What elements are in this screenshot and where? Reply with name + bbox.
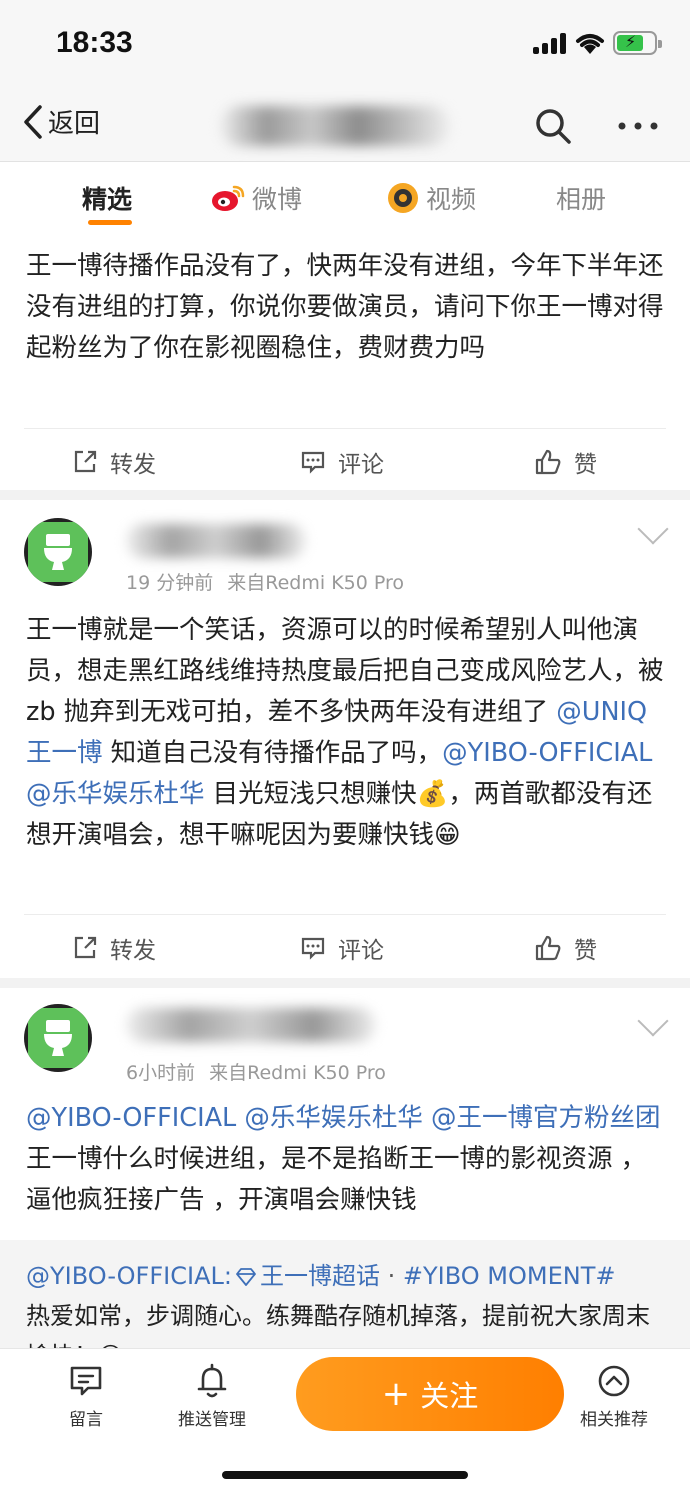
video-logo-icon: [388, 183, 418, 213]
toilet-icon: [44, 534, 72, 570]
related-recommend-button[interactable]: 相关推荐: [580, 1363, 648, 1430]
like-button[interactable]: 赞: [534, 445, 597, 479]
money-bag-emoji: 💰: [416, 779, 449, 809]
profile-tabs: 精选 微博 视频 相册: [0, 162, 690, 232]
comment-label: 评论: [338, 452, 384, 478]
mention-link[interactable]: @乐华娱乐杜华: [26, 779, 205, 809]
tab-label: 精选: [82, 185, 133, 214]
mention-link[interactable]: @YIBO-OFFICIAL: [26, 1103, 236, 1133]
follow-button[interactable]: + 关注: [296, 1357, 564, 1431]
tab-label: 微博: [252, 185, 303, 214]
hashtag-link[interactable]: #YIBO MOMENT#: [403, 1262, 616, 1290]
tab-label: 视频: [426, 185, 477, 214]
post-text: @YIBO-OFFICIAL @乐华娱乐杜华 @王一博官方粉丝团 王一博什么时候…: [26, 1098, 666, 1221]
post-actions: 转发 评论 赞: [24, 428, 666, 490]
status-bar: 18:33 ⚡: [0, 0, 690, 88]
toilet-icon: [44, 1020, 72, 1056]
message-label: 留言: [69, 1410, 103, 1430]
wifi-icon: [576, 34, 604, 54]
post-time: 19 分钟前: [126, 572, 214, 594]
home-indicator[interactable]: [222, 1471, 468, 1479]
mention-link[interactable]: @YIBO-OFFICIAL: [442, 738, 652, 768]
mention-link[interactable]: @YIBO-OFFICIAL:: [26, 1262, 232, 1290]
back-button[interactable]: 返回: [20, 103, 100, 140]
repost-button[interactable]: 转发: [72, 445, 156, 479]
post-source: 来自Redmi K50 Pro: [209, 1062, 386, 1084]
like-label: 赞: [574, 938, 597, 964]
grin-emoji: 😁: [434, 820, 461, 850]
repost-button[interactable]: 转发: [72, 931, 156, 965]
cellular-signal-icon: [533, 32, 567, 54]
active-tab-indicator: [88, 220, 132, 225]
post-actions: 转发 评论 赞: [24, 914, 666, 976]
like-button[interactable]: 赞: [534, 931, 597, 965]
message-button[interactable]: 留言: [68, 1363, 104, 1430]
text-segment: 知道自己没有待播作品了吗，: [102, 738, 443, 768]
tab-video[interactable]: 视频: [386, 180, 476, 216]
post-meta: 6小时前 来自Redmi K50 Pro: [126, 1058, 386, 1085]
supertopic-link[interactable]: 王一博超话: [260, 1262, 380, 1290]
repost-content[interactable]: @YIBO-OFFICIAL: 王一博超话 · #YIBO MOMENT# 热爱如常…: [0, 1240, 690, 1350]
repost-label: 转发: [110, 938, 156, 964]
nav-bar: 返回: [0, 88, 690, 162]
message-icon: [70, 1366, 102, 1396]
post-source: 来自Redmi K50 Pro: [227, 572, 405, 594]
post-meta: 19 分钟前 来自Redmi K50 Pro: [126, 568, 404, 595]
thumbs-up-icon: [535, 935, 561, 961]
tab-label: 相册: [556, 185, 607, 214]
tab-album[interactable]: 相册: [556, 180, 606, 216]
comment-icon: [301, 937, 325, 960]
chevron-up-circle-icon: [598, 1365, 630, 1397]
chevron-down-icon[interactable]: [637, 513, 669, 545]
bell-icon: [197, 1363, 227, 1398]
weibo-logo-icon: [212, 185, 245, 211]
separator: ·: [379, 1262, 403, 1290]
follow-label: 关注: [420, 1379, 479, 1413]
chevron-down-icon[interactable]: [637, 1005, 669, 1037]
search-icon[interactable]: [533, 106, 573, 146]
repost-label: 转发: [110, 452, 156, 478]
blurred-username: [126, 524, 306, 558]
post-text: 王一博待播作品没有了，快两年没有进组，今年下半年还没有进组的打算，你说你要做演员…: [26, 251, 664, 363]
comment-button[interactable]: 评论: [300, 445, 384, 479]
push-manage-label: 推送管理: [178, 1410, 246, 1430]
avatar[interactable]: [24, 1004, 92, 1072]
push-manage-button[interactable]: 推送管理: [178, 1363, 246, 1430]
status-time: 18:33: [56, 26, 133, 59]
tab-featured[interactable]: 精选: [82, 180, 132, 216]
comment-button[interactable]: 评论: [300, 931, 384, 965]
text-segment: 目光短浅只想赚快: [204, 779, 417, 809]
more-icon[interactable]: [615, 106, 661, 146]
tab-weibo[interactable]: 微博: [210, 180, 302, 216]
mention-link[interactable]: @乐华娱乐杜华: [244, 1103, 423, 1133]
back-label: 返回: [48, 109, 101, 139]
battery-icon: ⚡: [613, 31, 662, 55]
post-text: 王一博就是一个笑话，资源可以的时候希望别人叫他演员，想走黑红路线维持热度最后把自…: [26, 610, 666, 856]
plus-icon: +: [381, 1374, 411, 1414]
post-card-3: 6小时前 来自Redmi K50 Pro @YIBO-OFFICIAL @乐华娱…: [0, 988, 690, 1240]
post-card-2: 19 分钟前 来自Redmi K50 Pro 王一博就是一个笑话，资源可以的时候…: [0, 500, 690, 978]
diamond-icon: [236, 1268, 256, 1286]
avatar[interactable]: [24, 518, 92, 586]
blurred-username: [220, 106, 450, 146]
mention-link[interactable]: @王一博官方粉丝团: [431, 1103, 661, 1133]
post-time: 6小时前: [126, 1062, 196, 1084]
related-label: 相关推荐: [580, 1410, 648, 1430]
post-card-1: 王一博待播作品没有了，快两年没有进组，今年下半年还没有进组的打算，你说你要做演员…: [0, 232, 690, 490]
comment-label: 评论: [338, 938, 384, 964]
blurred-username: [126, 1008, 376, 1042]
share-icon: [74, 936, 97, 959]
like-label: 赞: [574, 452, 597, 478]
chevron-left-icon: [24, 104, 42, 139]
text-segment: 王一博什么时候进组，是不是掐断王一博的影视资源 ，逼他疯狂接广告 ，开演唱会赚快…: [26, 1144, 647, 1215]
repost-text: @YIBO-OFFICIAL: 王一博超话 · #YIBO MOMENT# 热爱如常…: [26, 1256, 666, 1350]
share-icon: [74, 450, 97, 473]
text-segment: [423, 1103, 431, 1133]
thumbs-up-icon: [535, 449, 561, 475]
comment-icon: [301, 451, 325, 474]
